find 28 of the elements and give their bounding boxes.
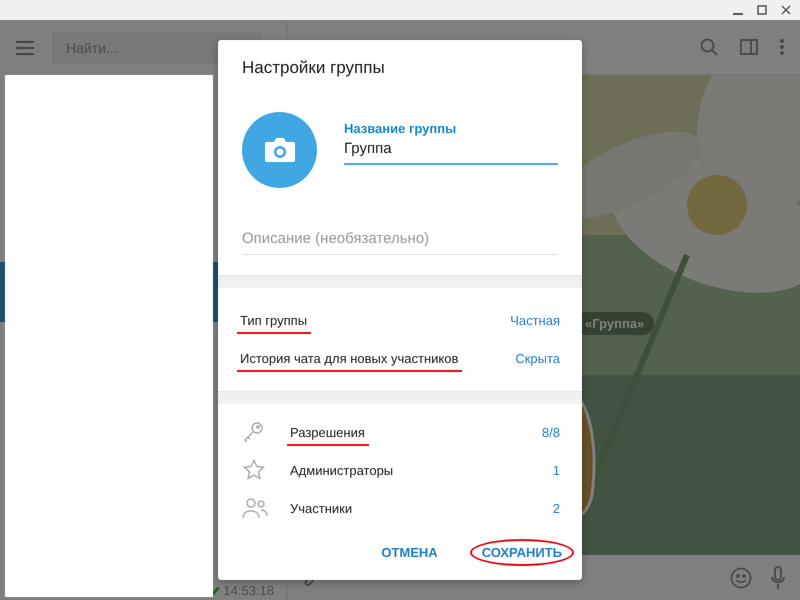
people-icon xyxy=(242,497,268,519)
section-link[interactable]: Администраторы xyxy=(287,462,398,484)
setting-value-link[interactable]: Скрыта xyxy=(515,350,560,366)
sidebar-toggle-icon[interactable] xyxy=(740,39,758,55)
count-link[interactable]: 2 xyxy=(552,500,560,516)
section-link[interactable]: Участники xyxy=(287,500,356,522)
minimize-icon xyxy=(733,13,743,15)
dialog-button[interactable]: ОТМЕНА xyxy=(371,541,448,564)
dialog-button[interactable]: СОХРАНИТЬ xyxy=(472,541,572,564)
maximize-button[interactable] xyxy=(756,4,768,16)
description-field[interactable]: Описание (необязательно) xyxy=(242,230,558,255)
microphone-icon[interactable] xyxy=(770,566,786,590)
field-label: Название группы xyxy=(344,121,458,136)
maximize-icon xyxy=(757,5,767,15)
count-link[interactable]: 1 xyxy=(552,462,560,478)
close-icon xyxy=(781,5,791,15)
star-icon xyxy=(242,458,266,482)
setting-label: Тип группы xyxy=(237,312,312,334)
setting-label: История чата для новых участников xyxy=(237,350,462,372)
close-button[interactable] xyxy=(780,4,792,16)
menu-icon[interactable] xyxy=(16,40,34,54)
section-link[interactable]: Разрешения xyxy=(287,424,369,446)
camera-icon xyxy=(264,137,296,163)
count-link[interactable]: 8/8 xyxy=(542,424,560,440)
more-icon[interactable] xyxy=(780,39,784,55)
emoji-icon[interactable] xyxy=(730,566,752,588)
setting-value-link[interactable]: Частная xyxy=(510,312,560,328)
search-icon[interactable] xyxy=(700,38,718,56)
